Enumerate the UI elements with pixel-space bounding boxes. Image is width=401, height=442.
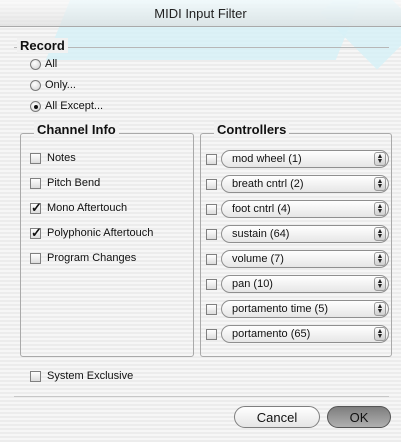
controller-popup-value: portamento time (5) — [232, 303, 328, 315]
cancel-button[interactable]: Cancel — [234, 406, 320, 428]
radio-all[interactable]: All — [30, 58, 57, 70]
radio-button[interactable] — [30, 79, 41, 91]
popup-arrows-icon: ▲ ▼ — [374, 302, 386, 316]
controller-row-breath-cntrl: breath cntrl (2) ▲ ▼ — [206, 175, 389, 193]
radio-all-except[interactable]: All Except... — [30, 100, 103, 112]
controller-row-mod-wheel: mod wheel (1) ▲ ▼ — [206, 150, 389, 168]
controllers-label: Controllers — [214, 122, 290, 137]
radio-button[interactable] — [30, 58, 41, 70]
controller-popup[interactable]: portamento (65) ▲ ▼ — [221, 325, 389, 343]
popup-arrows-icon: ▲ ▼ — [374, 152, 386, 166]
checkbox-system-exclusive-label: System Exclusive — [47, 370, 134, 382]
controller-row-portamento: portamento (65) ▲ ▼ — [206, 325, 389, 343]
controller-popup-value: breath cntrl (2) — [232, 178, 304, 190]
controller-popup[interactable]: foot cntrl (4) ▲ ▼ — [221, 200, 389, 218]
checkbox-pitch-bend[interactable]: Pitch Bend — [30, 177, 100, 189]
popup-arrows-icon: ▲ ▼ — [374, 177, 386, 191]
checkbox-checked[interactable] — [30, 225, 42, 241]
checkbox[interactable] — [30, 370, 41, 382]
checkbox[interactable] — [30, 252, 41, 264]
controller-popup[interactable]: mod wheel (1) ▲ ▼ — [221, 150, 389, 168]
radio-only-label: Only... — [45, 79, 76, 91]
controller-popup-value: portamento (65) — [232, 328, 311, 340]
controller-popup-value: sustain (64) — [232, 228, 290, 240]
controller-popup-value: mod wheel (1) — [232, 153, 302, 165]
checkbox-mono-aftertouch-label: Mono Aftertouch — [47, 202, 128, 214]
radio-button-selected[interactable] — [30, 100, 41, 112]
checkbox-mono-aftertouch[interactable]: Mono Aftertouch — [30, 200, 128, 216]
checkbox-pitch-bend-label: Pitch Bend — [47, 177, 101, 189]
controller-checkbox[interactable] — [206, 203, 217, 215]
checkbox-polyphonic-aftertouch-label: Polyphonic Aftertouch — [47, 227, 154, 239]
divider — [14, 396, 389, 397]
checkbox[interactable] — [30, 152, 41, 164]
controller-checkbox[interactable] — [206, 278, 217, 290]
checkbox-program-changes-label: Program Changes — [47, 252, 137, 264]
record-group-rule — [14, 47, 389, 48]
controller-popup[interactable]: breath cntrl (2) ▲ ▼ — [221, 175, 389, 193]
record-group-label: Record — [17, 38, 68, 53]
controller-popup-value: volume (7) — [232, 253, 284, 265]
controller-popup[interactable]: sustain (64) ▲ ▼ — [221, 225, 389, 243]
controller-row-portamento-time: portamento time (5) ▲ ▼ — [206, 300, 389, 318]
checkbox-polyphonic-aftertouch[interactable]: Polyphonic Aftertouch — [30, 225, 154, 241]
channel-info-box — [20, 133, 194, 357]
popup-arrows-icon: ▲ ▼ — [374, 202, 386, 216]
controller-popup[interactable]: volume (7) ▲ ▼ — [221, 250, 389, 268]
checkbox-program-changes[interactable]: Program Changes — [30, 252, 136, 264]
checkbox[interactable] — [30, 177, 41, 189]
popup-arrows-icon: ▲ ▼ — [374, 252, 386, 266]
controller-row-sustain: sustain (64) ▲ ▼ — [206, 225, 389, 243]
controller-checkbox[interactable] — [206, 228, 217, 240]
checkbox-checked[interactable] — [30, 200, 42, 216]
channel-info-label: Channel Info — [34, 122, 119, 137]
controller-popup[interactable]: pan (10) ▲ ▼ — [221, 275, 389, 293]
controller-popup-value: foot cntrl (4) — [232, 203, 291, 215]
controller-checkbox[interactable] — [206, 178, 217, 190]
popup-arrows-icon: ▲ ▼ — [374, 277, 386, 291]
title-bar[interactable]: MIDI Input Filter — [0, 0, 401, 27]
checkbox-system-exclusive[interactable]: System Exclusive — [30, 370, 133, 382]
checkbox-notes-label: Notes — [47, 152, 76, 164]
radio-only[interactable]: Only... — [30, 79, 76, 91]
midi-input-filter-dialog: MIDI Input Filter Record All Only... All… — [0, 0, 401, 442]
radio-all-except-label: All Except... — [45, 100, 104, 112]
controller-row-volume: volume (7) ▲ ▼ — [206, 250, 389, 268]
radio-all-label: All — [45, 58, 58, 70]
popup-arrows-icon: ▲ ▼ — [374, 327, 386, 341]
ok-button[interactable]: OK — [327, 406, 391, 428]
controller-row-foot-cntrl: foot cntrl (4) ▲ ▼ — [206, 200, 389, 218]
window-title: MIDI Input Filter — [154, 6, 247, 21]
controller-checkbox[interactable] — [206, 153, 217, 165]
checkbox-notes[interactable]: Notes — [30, 152, 76, 164]
controller-checkbox[interactable] — [206, 328, 217, 340]
controller-popup-value: pan (10) — [232, 278, 273, 290]
controller-checkbox[interactable] — [206, 303, 217, 315]
controller-checkbox[interactable] — [206, 253, 217, 265]
controller-popup[interactable]: portamento time (5) ▲ ▼ — [221, 300, 389, 318]
controller-row-pan: pan (10) ▲ ▼ — [206, 275, 389, 293]
popup-arrows-icon: ▲ ▼ — [374, 227, 386, 241]
